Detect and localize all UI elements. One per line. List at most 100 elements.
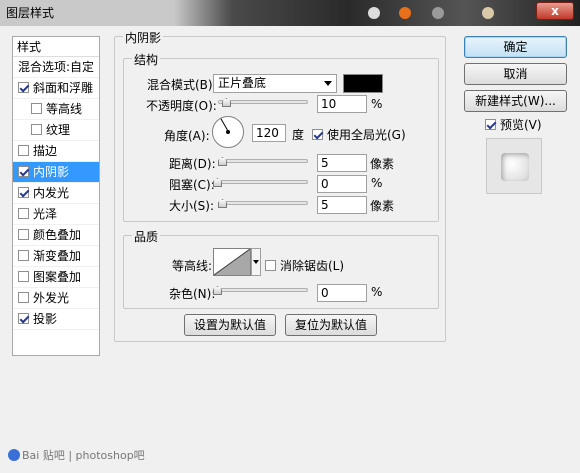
watermark: Bai 贴吧 | photoshop吧 [6,447,145,463]
style-checkbox[interactable] [18,271,29,282]
style-item[interactable]: 投影 [13,309,99,330]
shadow-color-swatch[interactable] [343,74,383,93]
distance-label: 距离(D): [169,157,216,171]
app-icon [482,7,494,19]
style-item-label: 内阴影 [33,165,70,179]
make-default-button[interactable]: 设置为默认值 [184,314,276,336]
style-checkbox[interactable] [18,292,29,303]
contour-label: 等高线: [172,259,213,273]
style-item-label: 描边 [33,144,58,158]
style-item-label: 图案叠加 [33,270,82,284]
preview-checkbox[interactable]: 预览(V) [485,116,542,133]
inner-shadow-title: 内阴影 [123,29,164,46]
blend-mode-value: 正片叠底 [218,76,267,90]
blend-options-item[interactable]: 混合选项:自定 [13,57,99,78]
preview-check-icon [485,119,496,130]
reset-default-button[interactable]: 复位为默认值 [285,314,377,336]
preview-swatch [501,153,529,181]
style-checkbox[interactable] [18,250,29,261]
noise-label: 杂色(N): [169,287,216,301]
global-light-check-icon [312,129,323,140]
style-checkbox[interactable] [18,166,29,177]
contour-dropdown-button[interactable] [251,248,261,276]
style-item[interactable]: 斜面和浮雕 [13,78,99,99]
app-icon [399,7,411,19]
choke-input[interactable]: 0 [317,175,367,193]
style-item-label: 颜色叠加 [33,228,82,242]
watermark-text: Bai 贴吧 | photoshop吧 [22,449,145,462]
style-item[interactable]: 颜色叠加 [13,225,99,246]
app-icon [432,7,444,19]
app-icon [368,7,380,19]
opacity-slider[interactable] [218,100,308,104]
angle-input[interactable]: 120 [252,124,286,142]
title-bar: 图层样式 x [0,0,580,26]
angle-unit: 度 [292,128,305,142]
anti-alias-check-icon [265,260,276,271]
noise-unit: % [371,285,383,299]
opacity-unit: % [371,97,383,111]
noise-input[interactable]: 0 [317,284,367,302]
style-checkbox[interactable] [31,124,42,135]
opacity-label: 不透明度(O): [146,99,217,113]
style-item[interactable]: 渐变叠加 [13,246,99,267]
style-checkbox[interactable] [18,145,29,156]
style-checkbox[interactable] [18,187,29,198]
size-slider[interactable] [218,201,308,205]
angle-dial[interactable] [212,116,244,148]
size-input[interactable]: 5 [317,196,367,214]
style-item-label: 外发光 [33,291,70,305]
quality-title: 品质 [132,228,161,245]
style-item[interactable]: 等高线 [13,99,99,120]
style-checkbox[interactable] [31,103,42,114]
choke-unit: % [371,176,383,190]
style-item[interactable]: 描边 [13,141,99,162]
style-item[interactable]: 光泽 [13,204,99,225]
choke-slider[interactable] [213,180,308,184]
window-title: 图层样式 [6,6,55,20]
style-item[interactable]: 纹理 [13,120,99,141]
style-item[interactable]: 内阴影 [13,162,99,183]
choke-label: 阻塞(C): [169,178,215,192]
close-button[interactable]: x [536,2,574,20]
style-item-label: 等高线 [46,102,83,116]
style-item-label: 投影 [33,312,58,326]
new-style-button[interactable]: 新建样式(W)... [464,90,567,112]
distance-unit: 像素 [370,157,395,171]
blend-mode-label: 混合模式(B): [147,78,217,92]
opacity-input[interactable]: 10 [317,95,367,113]
style-item[interactable]: 外发光 [13,288,99,309]
layer-style-dialog: 样式 混合选项:自定 斜面和浮雕 等高线 纹理 描边 内阴影 内发光 光泽 颜色叠加 渐变叠加图… [0,26,580,473]
global-light-label: 使用全局光(G) [327,128,406,142]
contour-picker[interactable] [213,248,251,276]
style-item-label: 内发光 [33,186,70,200]
style-item-label: 斜面和浮雕 [33,81,94,95]
blend-mode-select[interactable]: 正片叠底 [213,74,337,93]
style-checkbox[interactable] [18,229,29,240]
style-list-header[interactable]: 样式 [13,37,99,57]
style-checkbox[interactable] [18,82,29,93]
contour-curve-icon [214,249,250,275]
angle-dial-center [226,130,230,134]
style-item-label: 纹理 [46,123,71,137]
angle-label: 角度(A): [164,129,210,143]
size-label: 大小(S): [169,199,215,213]
style-preview [486,138,542,194]
chevron-down-icon [324,81,332,86]
global-light-checkbox[interactable]: 使用全局光(G) [312,126,406,143]
close-icon: x [551,4,559,18]
cancel-button[interactable]: 取消 [464,63,567,85]
style-item[interactable]: 图案叠加 [13,267,99,288]
distance-slider[interactable] [218,159,308,163]
style-item-label: 光泽 [33,207,58,221]
preview-label: 预览(V) [500,118,542,132]
ok-button[interactable]: 确定 [464,36,567,58]
style-item[interactable]: 内发光 [13,183,99,204]
noise-slider[interactable] [213,288,308,292]
distance-input[interactable]: 5 [317,154,367,172]
anti-alias-checkbox[interactable]: 消除锯齿(L) [265,257,344,274]
style-checkbox[interactable] [18,313,29,324]
baidu-paw-icon [8,449,20,461]
style-checkbox[interactable] [18,208,29,219]
style-item-label: 渐变叠加 [33,249,82,263]
